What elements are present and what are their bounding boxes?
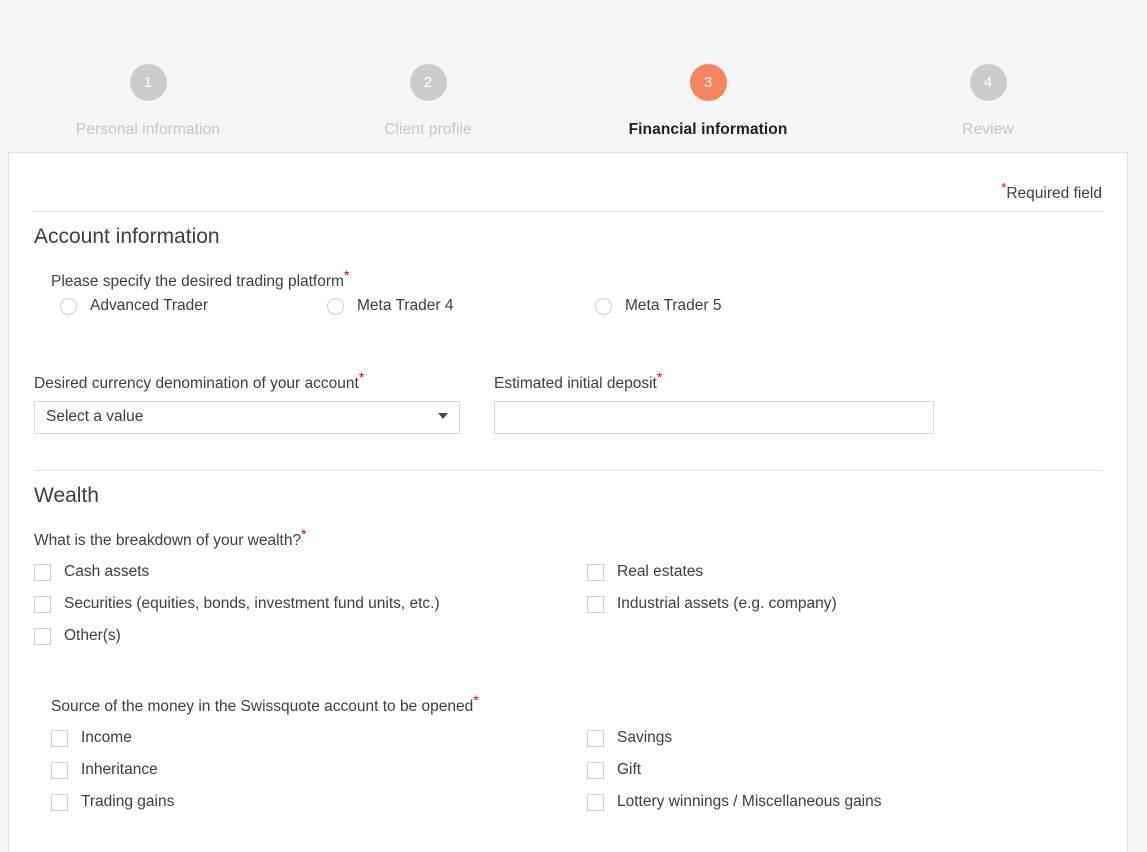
source-of-money-question: Source of the money in the Swissquote ac… xyxy=(51,693,479,716)
trading-platform-question: Please specify the desired trading platf… xyxy=(51,268,349,291)
trading-platform-required-asterisk: * xyxy=(343,266,350,283)
currency-denomination-label-text: Desired currency denomination of your ac… xyxy=(34,375,359,392)
financial-information-form-card: *Required field Account information Plea… xyxy=(8,152,1128,852)
radio-circle-icon[interactable] xyxy=(327,297,344,315)
step-1-label: Personal information xyxy=(75,121,221,138)
checkbox-industrial-assets[interactable]: Industrial assets (e.g. company) xyxy=(587,595,837,613)
wealth-breakdown-question-text: What is the breakdown of your wealth? xyxy=(34,532,302,549)
checkbox-lottery-winnings-label: Lottery winnings / Miscellaneous gains xyxy=(617,793,882,810)
step-3-label: Financial information xyxy=(628,121,788,138)
source-of-money-question-text: Source of the money in the Swissquote ac… xyxy=(51,698,474,715)
checkbox-gift-label: Gift xyxy=(617,761,642,778)
checkbox-square-icon[interactable] xyxy=(587,761,604,779)
checkbox-square-icon[interactable] xyxy=(587,563,604,581)
chevron-down-icon xyxy=(438,413,448,419)
checkbox-inheritance-label: Inheritance xyxy=(81,761,158,778)
checkbox-square-icon[interactable] xyxy=(51,761,68,779)
currency-denomination-selected-value: Select a value xyxy=(46,408,144,425)
checkbox-gift[interactable]: Gift xyxy=(587,761,641,779)
checkbox-square-icon[interactable] xyxy=(34,627,51,645)
checkbox-square-icon[interactable] xyxy=(587,729,604,747)
wealth-breakdown-question: What is the breakdown of your wealth?* xyxy=(34,527,307,550)
checkbox-income[interactable]: Income xyxy=(51,729,132,747)
checkbox-securities[interactable]: Securities (equities, bonds, investment … xyxy=(34,595,440,613)
checkbox-square-icon[interactable] xyxy=(34,595,51,613)
radio-advanced-trader-label: Advanced Trader xyxy=(90,297,209,314)
deposit-required-asterisk: * xyxy=(656,368,663,385)
checkbox-cash-assets-label: Cash assets xyxy=(64,563,150,580)
checkbox-trading-gains-label: Trading gains xyxy=(81,793,175,810)
checkbox-cash-assets[interactable]: Cash assets xyxy=(34,563,149,581)
checkbox-real-estates-label: Real estates xyxy=(617,563,704,580)
checkbox-square-icon[interactable] xyxy=(587,793,604,811)
step-3-number: 3 xyxy=(689,64,727,101)
checkbox-income-label: Income xyxy=(81,729,132,746)
required-field-text: Required field xyxy=(1006,185,1102,202)
step-1-number: 1 xyxy=(129,64,167,101)
wealth-heading: Wealth xyxy=(34,484,99,507)
account-information-heading: Account information xyxy=(34,225,220,248)
step-4-number: 4 xyxy=(969,64,1007,101)
currency-denomination-label: Desired currency denomination of your ac… xyxy=(34,370,364,393)
initial-deposit-label: Estimated initial deposit* xyxy=(494,370,662,393)
checkbox-real-estates[interactable]: Real estates xyxy=(587,563,703,581)
required-field-note: *Required field xyxy=(1001,181,1102,203)
trading-platform-question-text: Please specify the desired trading platf… xyxy=(51,273,344,290)
checkbox-inheritance[interactable]: Inheritance xyxy=(51,761,158,779)
radio-meta-trader-4[interactable]: Meta Trader 4 xyxy=(327,297,454,315)
initial-deposit-input[interactable] xyxy=(494,401,934,434)
radio-advanced-trader[interactable]: Advanced Trader xyxy=(60,297,208,315)
checkbox-others[interactable]: Other(s) xyxy=(34,627,121,645)
wealth-breakdown-required-asterisk: * xyxy=(301,525,307,542)
initial-deposit-label-text: Estimated initial deposit xyxy=(494,375,657,392)
divider-sections xyxy=(34,470,1103,471)
checkbox-square-icon[interactable] xyxy=(51,729,68,747)
checkbox-savings-label: Savings xyxy=(617,729,673,746)
currency-required-asterisk: * xyxy=(358,368,365,385)
step-2-label: Client profile xyxy=(384,121,472,138)
checkbox-industrial-assets-label: Industrial assets (e.g. company) xyxy=(617,595,837,612)
checkbox-square-icon[interactable] xyxy=(587,595,604,613)
stepper-step-3[interactable]: 3 Financial information xyxy=(598,64,818,139)
stepper-step-1[interactable]: 1 Personal information xyxy=(38,64,258,139)
radio-meta-trader-5[interactable]: Meta Trader 5 xyxy=(595,297,722,315)
checkbox-securities-label: Securities (equities, bonds, investment … xyxy=(64,595,440,612)
stepper-step-4[interactable]: 4 Review xyxy=(878,64,1098,139)
checkbox-savings[interactable]: Savings xyxy=(587,729,672,747)
checkbox-trading-gains[interactable]: Trading gains xyxy=(51,793,174,811)
checkbox-square-icon[interactable] xyxy=(34,563,51,581)
step-2-number: 2 xyxy=(409,64,447,101)
progress-stepper: 1 Personal information 2 Client profile … xyxy=(0,0,1147,152)
source-of-money-required-asterisk: * xyxy=(473,691,479,708)
radio-circle-icon[interactable] xyxy=(60,297,77,315)
step-4-label: Review xyxy=(962,121,1014,138)
checkbox-square-icon[interactable] xyxy=(51,793,68,811)
stepper-step-2[interactable]: 2 Client profile xyxy=(318,64,538,139)
currency-denomination-select[interactable]: Select a value xyxy=(34,401,460,434)
divider-top xyxy=(34,211,1103,212)
radio-meta-trader-5-label: Meta Trader 5 xyxy=(625,297,722,314)
radio-circle-icon[interactable] xyxy=(595,297,612,315)
checkbox-others-label: Other(s) xyxy=(64,627,121,644)
checkbox-lottery-winnings[interactable]: Lottery winnings / Miscellaneous gains xyxy=(587,793,882,811)
radio-meta-trader-4-label: Meta Trader 4 xyxy=(357,297,454,314)
